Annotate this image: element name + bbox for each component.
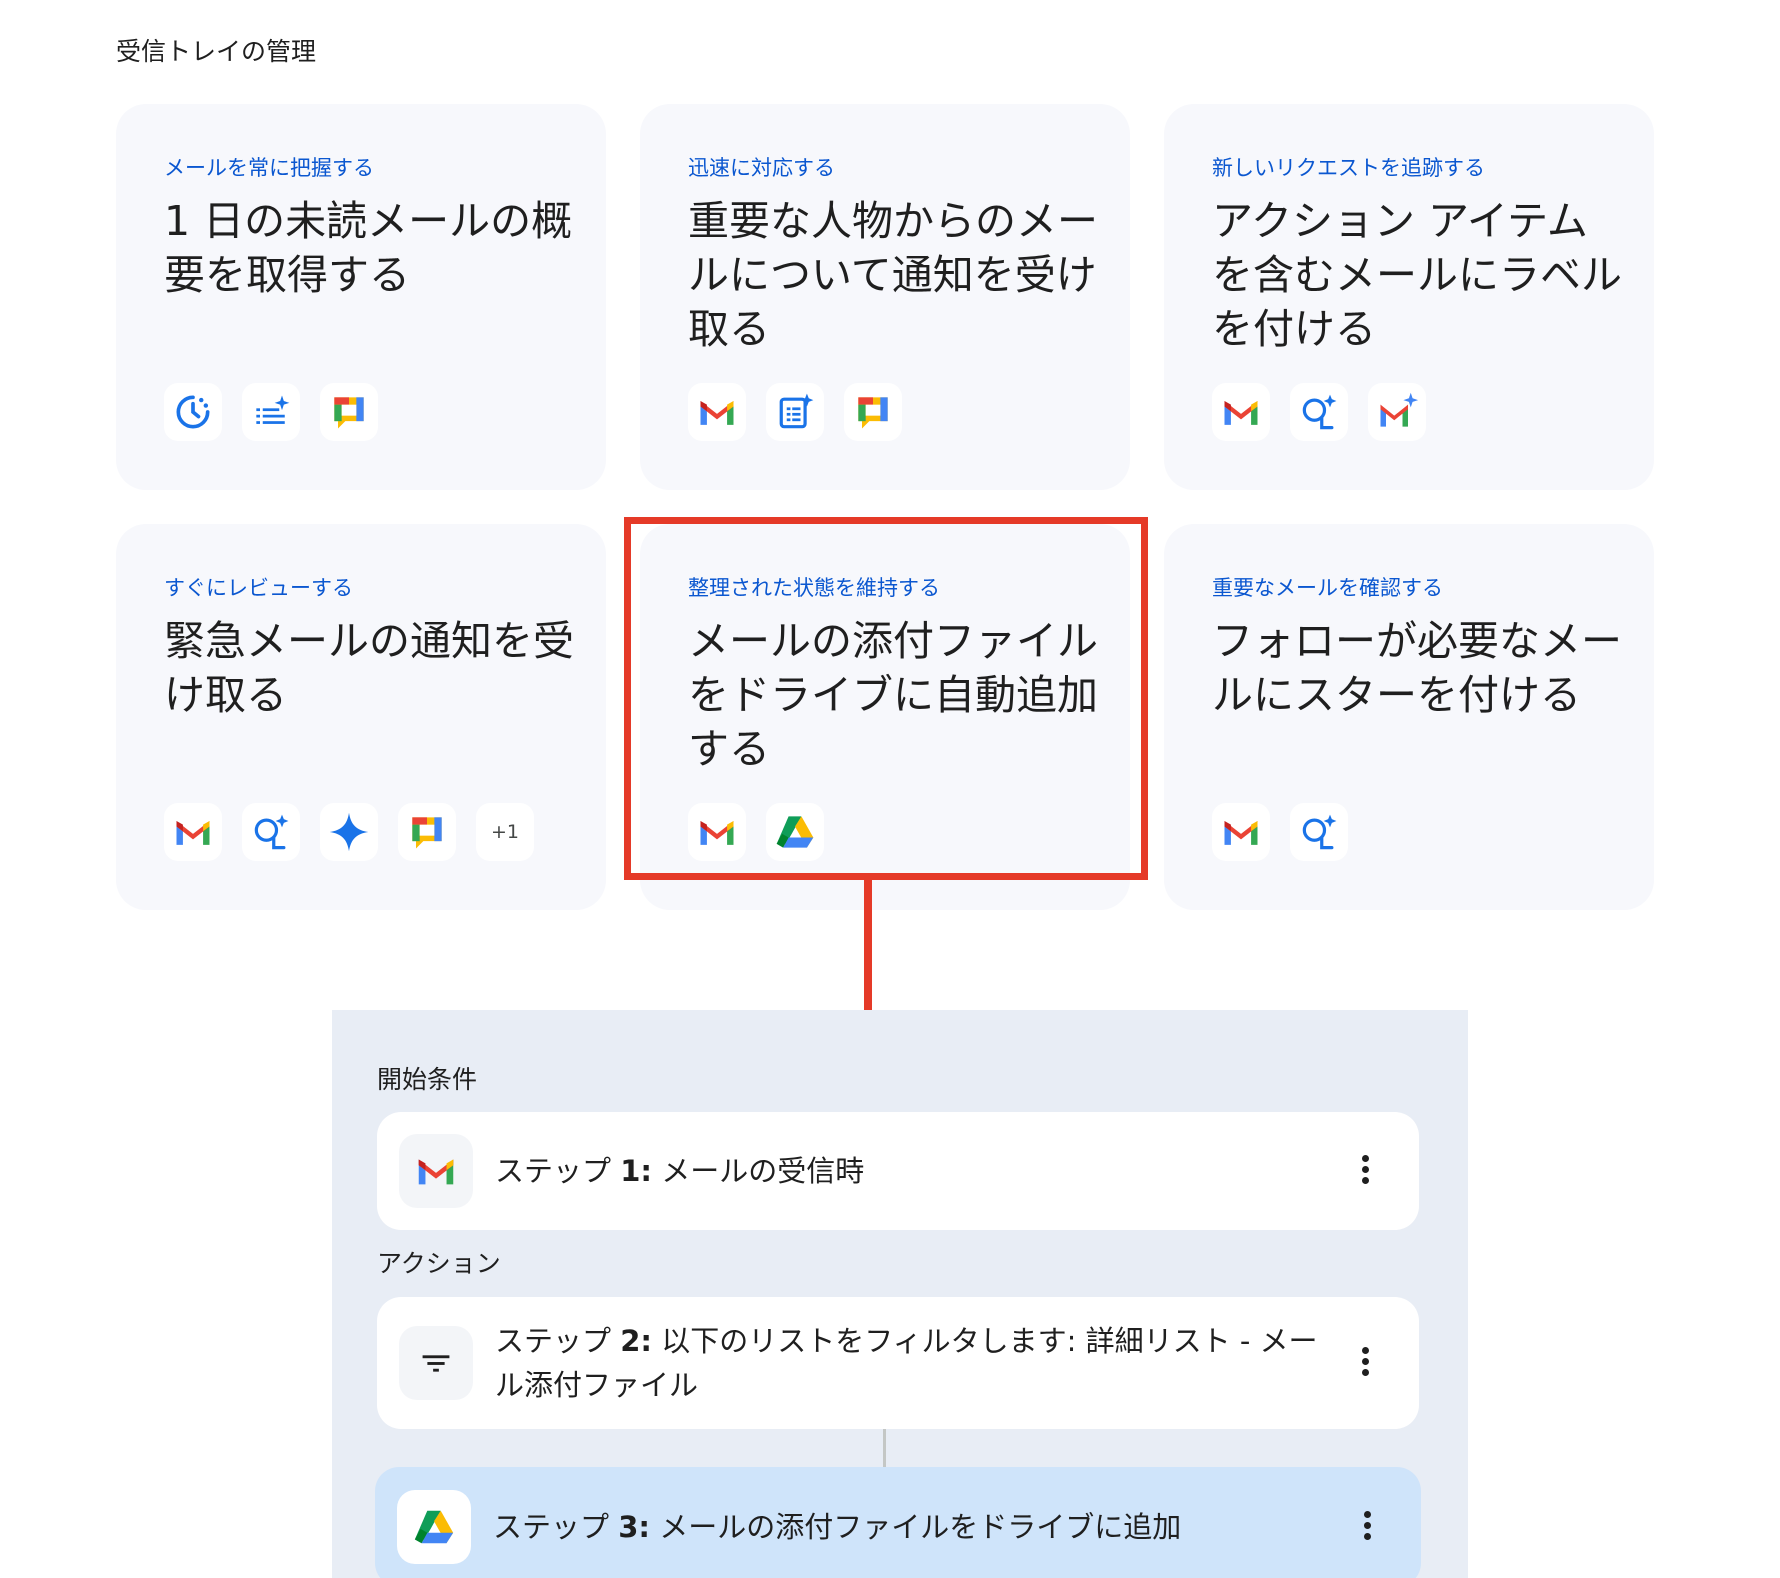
gemini-spark-icon [320,803,378,861]
gmail-icon [1212,383,1270,441]
gmail-icon [1212,803,1270,861]
template-card-vip-notify[interactable]: 迅速に対応する 重要な人物からのメールについて通知を受け取る [640,104,1130,490]
more-vert-icon[interactable] [1353,1151,1377,1191]
card-app-icons [1212,383,1426,441]
card-app-icons [1212,803,1348,861]
actions-label: アクション [377,1249,501,1278]
list-sparkle-icon [242,383,300,441]
gmail-icon [688,383,746,441]
card-app-icons [688,383,902,441]
step-1-card[interactable]: ステップ 1: メールの受信時 [377,1112,1419,1230]
card-kicker: メールを常に把握する [164,156,374,180]
card-kicker: 新しいリクエストを追跡する [1212,156,1485,180]
clock-sparkle-icon [164,383,222,441]
google-chat-icon [320,383,378,441]
template-card-urgent-notify[interactable]: すぐにレビューする 緊急メールの通知を受け取る +1 [116,524,606,910]
step-2-text: ステップ 2: 以下のリストをフィルタします: 詳細リスト - メール添付ファイ… [495,1324,1318,1402]
highlight-box [624,517,1148,880]
card-kicker: すぐにレビューする [164,576,353,600]
ask-gemini-icon [1290,383,1348,441]
ask-gemini-icon [242,803,300,861]
google-chat-icon [844,383,902,441]
starter-label: 開始条件 [377,1065,478,1094]
card-title: 重要な人物からのメールについて通知を受け取る [688,197,1098,353]
card-title: アクション アイテムを含むメールにラベルを付ける [1212,197,1622,353]
step-3-text: ステップ 3: メールの添付ファイルをドライブに追加 [493,1510,1182,1544]
google-drive-icon [397,1490,471,1564]
template-card-star-followup[interactable]: 重要なメールを確認する フォローが必要なメールにスターを付ける [1164,524,1654,910]
google-chat-icon [398,803,456,861]
template-card-label-action-items[interactable]: 新しいリクエストを追跡する アクション アイテムを含むメールにラベルを付ける [1164,104,1654,490]
card-app-icons [164,383,378,441]
step-2-card[interactable]: ステップ 2: 以下のリストをフィルタします: 詳細リスト - メール添付ファイ… [377,1297,1419,1429]
step-3-card[interactable]: ステップ 3: メールの添付ファイルをドライブに追加 [375,1467,1421,1578]
filter-icon [399,1326,473,1400]
more-vert-icon[interactable] [1355,1507,1379,1547]
step-connector [883,1429,886,1467]
flow-panel: 開始条件 ステップ 1: メールの受信時 アクション ステップ 2: 以下のリス… [332,1010,1468,1578]
card-app-icons: +1 [164,803,534,861]
gmail-sparkle-icon [1368,383,1426,441]
card-kicker: 迅速に対応する [688,156,835,180]
card-kicker: 重要なメールを確認する [1212,576,1443,600]
section-title: 受信トレイの管理 [116,37,317,66]
gmail-icon [164,803,222,861]
more-apps-count-label: +1 [490,821,519,843]
template-card-unread-summary[interactable]: メールを常に把握する 1 日の未読メールの概要を取得する [116,104,606,490]
ask-gemini-icon [1290,803,1348,861]
card-title: フォローが必要なメールにスターを付ける [1212,617,1622,719]
card-title: 1 日の未読メールの概要を取得する [164,197,573,299]
step-1-text: ステップ 1: メールの受信時 [495,1154,865,1188]
card-title: 緊急メールの通知を受け取る [164,617,574,719]
gmail-icon [399,1134,473,1208]
doc-sparkle-icon [766,383,824,441]
more-vert-icon[interactable] [1353,1343,1377,1383]
more-apps-count: +1 [476,803,534,861]
